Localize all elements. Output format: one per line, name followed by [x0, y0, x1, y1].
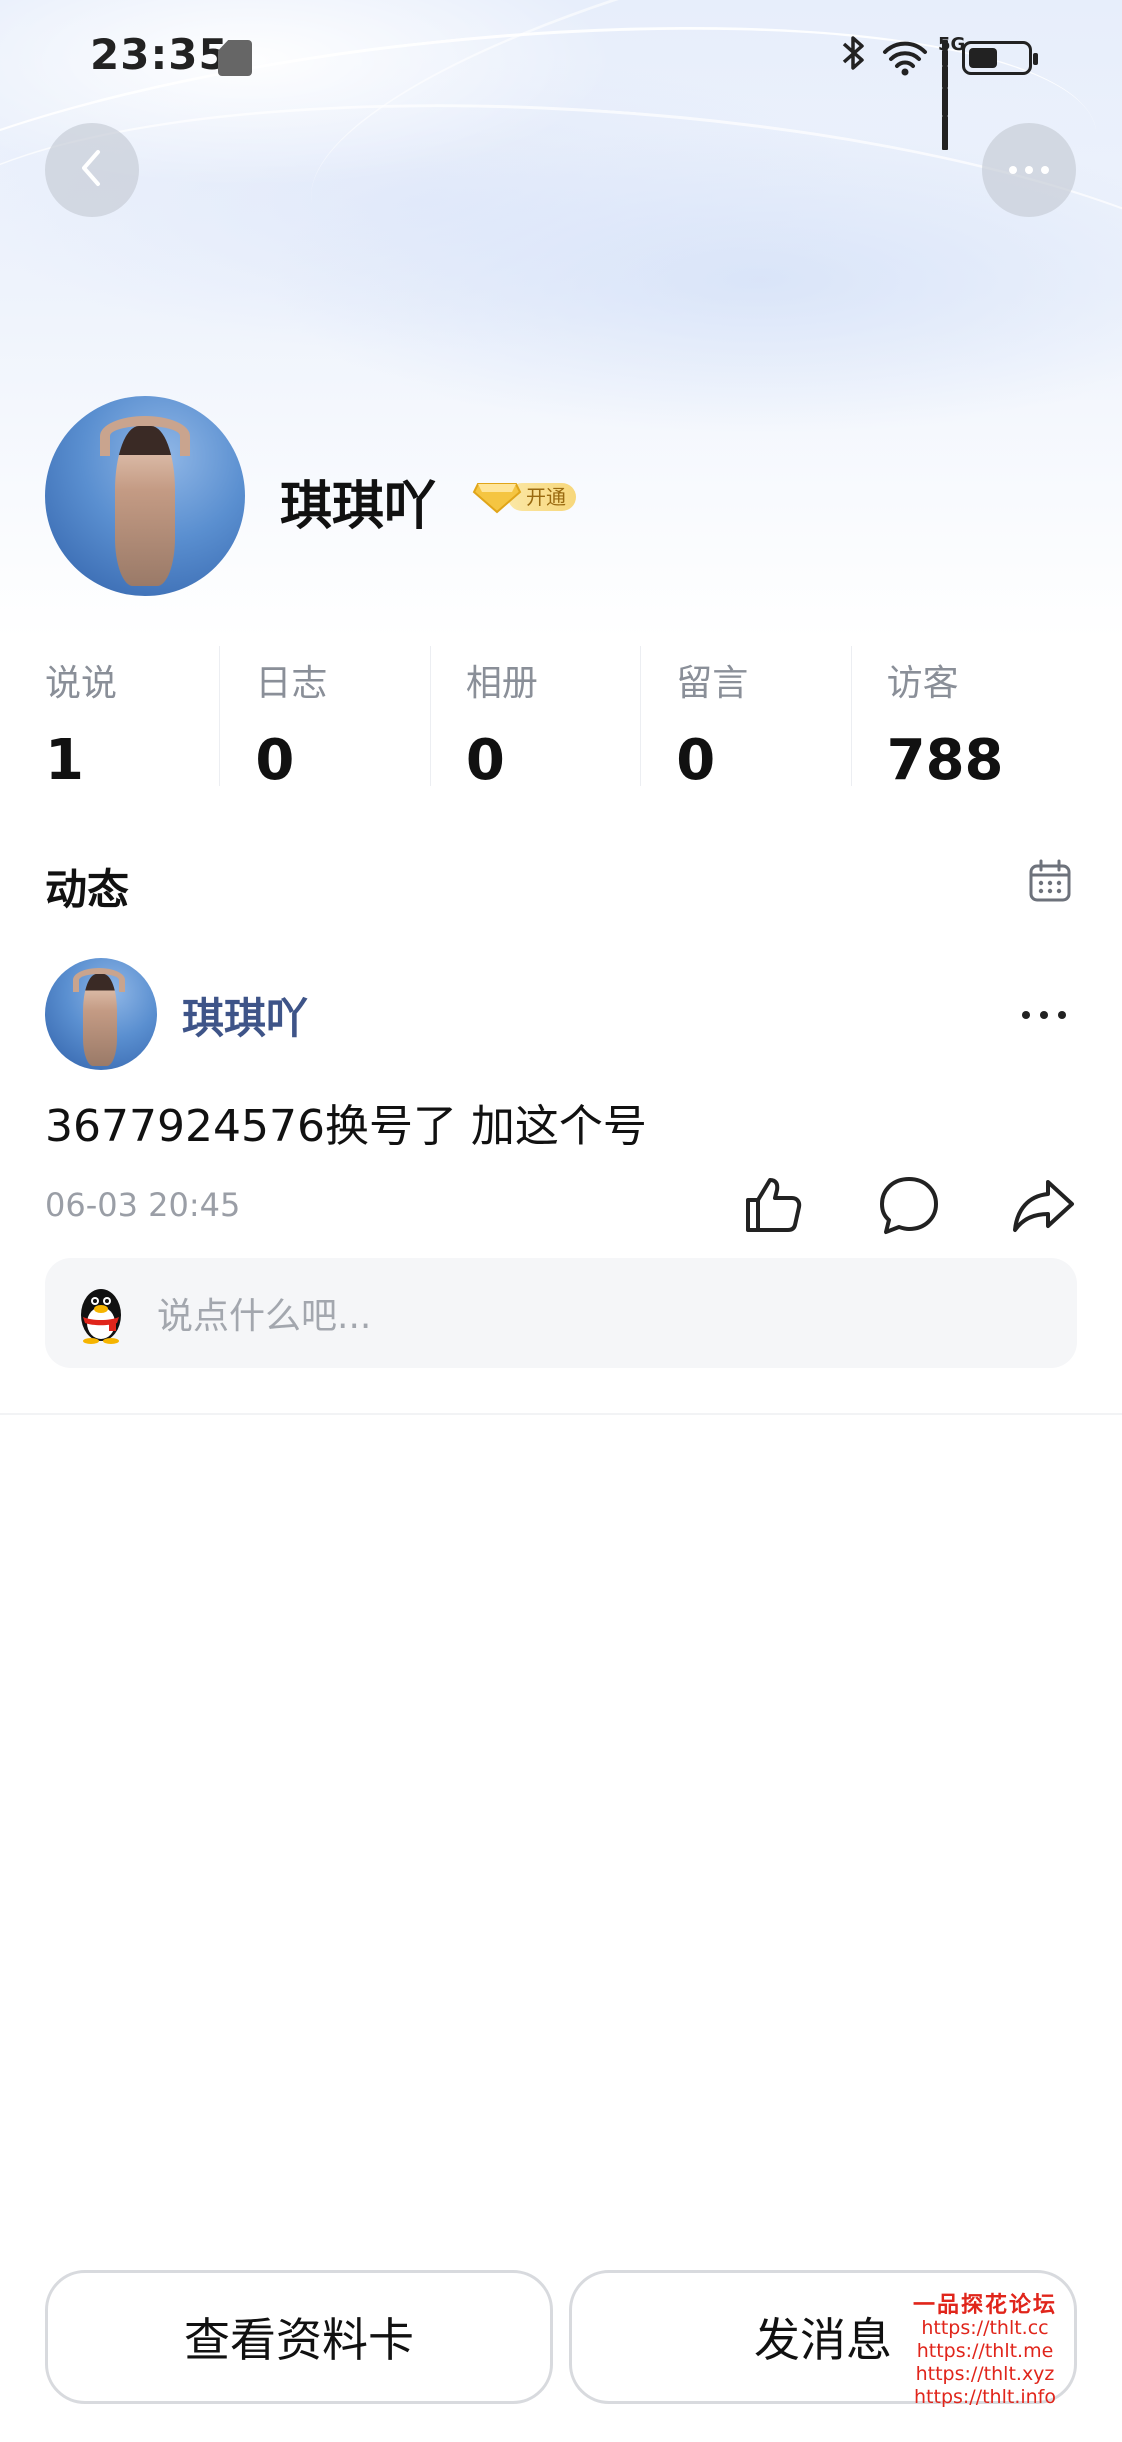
wifi-icon [882, 40, 928, 76]
post-more-button[interactable] [1022, 1000, 1072, 1030]
stat-value: 788 [886, 728, 1004, 793]
watermark-line: https://thlt.xyz [915, 2363, 1055, 2385]
comment-placeholder: 说点什么吧... [157, 1296, 372, 1337]
stat-label: 留言 [676, 663, 749, 704]
comment-bubble-icon [876, 1177, 942, 1242]
signal-icon: 5G [938, 34, 965, 150]
profile-avatar[interactable] [45, 396, 245, 596]
stat-value: 0 [676, 728, 716, 793]
watermark-line: https://thlt.info [914, 2386, 1056, 2408]
watermark-line: https://thlt.cc [921, 2317, 1049, 2339]
qq-penguin-icon [69, 1281, 133, 1345]
sim-icon [218, 40, 252, 76]
thumbs-up-icon [740, 1178, 806, 1242]
bluetooth-icon [840, 34, 868, 81]
calendar-icon[interactable] [1027, 858, 1073, 904]
comment-input[interactable]: 说点什么吧... [45, 1258, 1077, 1368]
back-button[interactable] [45, 123, 139, 217]
post-text: 3677924576换号了 加这个号 [45, 1101, 647, 1152]
stat-label: 访客 [886, 663, 959, 704]
share-arrow-icon [1010, 1180, 1076, 1242]
profile-page: 23:35 5G 琪琪吖 开通 说说 1 日志 0 相册 0 留言 0 访客 7… [0, 0, 1122, 2442]
stat-label: 日志 [255, 663, 328, 704]
view-profile-card-button[interactable]: 查看资料卡 [45, 2270, 553, 2404]
stat-value: 1 [45, 728, 84, 793]
stat-label: 相册 [465, 663, 538, 704]
diamond-icon [472, 478, 522, 516]
chevron-left-icon [74, 146, 110, 194]
stat-visitors[interactable]: 访客 788 [850, 640, 1077, 800]
status-bar: 23:35 5G [0, 0, 1122, 150]
profile-name: 琪琪吖 [280, 477, 437, 537]
post-author-avatar[interactable] [45, 958, 157, 1070]
stats-row: 说说 1 日志 0 相册 0 留言 0 访客 788 [45, 640, 1077, 800]
comment-button[interactable] [876, 1172, 942, 1238]
watermark: 一品探花论坛 https://thlt.cc https://thlt.me h… [900, 2294, 1070, 2409]
watermark-line: https://thlt.me [916, 2340, 1054, 2362]
stat-label: 说说 [45, 663, 118, 704]
stat-blog[interactable]: 日志 0 [219, 640, 445, 800]
more-button[interactable] [982, 123, 1076, 217]
battery-icon [962, 40, 1038, 75]
stat-shuoshuo[interactable]: 说说 1 [45, 640, 235, 800]
stat-value: 0 [255, 728, 295, 793]
vip-badge[interactable]: 开通 [472, 478, 578, 516]
post-time: 06-03 20:45 [45, 1186, 241, 1224]
feed-title: 动态 [45, 865, 130, 914]
post-author-name[interactable]: 琪琪吖 [182, 985, 308, 1046]
like-button[interactable] [740, 1172, 806, 1238]
feed-divider [0, 1413, 1122, 1415]
stat-album[interactable]: 相册 0 [429, 640, 656, 800]
status-time: 23:35 [90, 30, 229, 79]
watermark-title: 一品探花论坛 [912, 2293, 1057, 2318]
send-message-label: 发消息 [754, 2313, 892, 2367]
stat-message-board[interactable]: 留言 0 [640, 640, 866, 800]
stat-value: 0 [465, 728, 505, 793]
more-horizontal-icon [1007, 161, 1051, 180]
share-button[interactable] [1010, 1172, 1076, 1238]
